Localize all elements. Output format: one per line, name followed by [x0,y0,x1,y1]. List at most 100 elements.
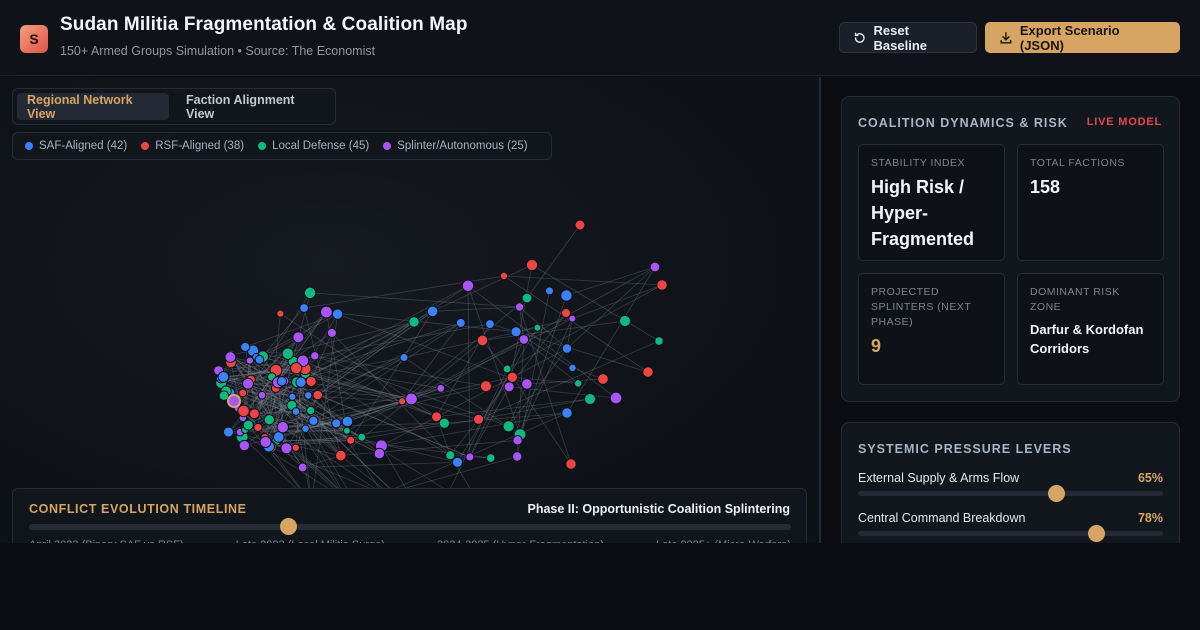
faction-node[interactable] [438,417,451,429]
faction-node[interactable] [485,319,495,329]
faction-node[interactable] [525,258,539,272]
tab-regional-network[interactable]: Regional Network View [17,93,169,121]
faction-node[interactable] [506,371,518,383]
faction-node[interactable] [248,408,260,420]
faction-node[interactable] [445,450,456,461]
tab-faction-alignment[interactable]: Faction Alignment View [176,93,332,121]
faction-node[interactable] [544,286,555,296]
faction-node[interactable] [291,407,301,416]
faction-node[interactable] [560,307,572,319]
faction-node[interactable] [263,414,275,426]
lever-external-supply-handle[interactable] [1048,485,1066,502]
faction-node[interactable] [618,314,632,328]
faction-node[interactable] [510,326,522,338]
faction-node[interactable] [609,391,623,405]
faction-node[interactable] [312,389,324,401]
faction-node[interactable] [465,452,475,462]
faction-node[interactable] [514,302,525,312]
faction-node[interactable] [521,378,533,390]
faction-node[interactable] [224,351,237,363]
faction-node[interactable] [574,219,586,231]
faction-node[interactable] [583,392,597,406]
faction-node[interactable] [342,426,351,435]
faction-node[interactable] [461,279,475,293]
faction-node[interactable] [560,289,573,302]
lever-central-command-track[interactable] [858,531,1163,536]
faction-node[interactable] [451,456,464,468]
faction-node[interactable] [319,305,333,319]
export-scenario-button[interactable]: Export Scenario (JSON) [985,22,1180,53]
faction-node[interactable] [288,392,297,401]
faction-node[interactable] [561,343,573,354]
faction-node[interactable] [399,352,409,363]
faction-node[interactable] [476,334,489,347]
lever-external-supply-track[interactable] [858,491,1163,496]
faction-node[interactable] [242,377,254,390]
faction-node[interactable] [512,435,523,446]
faction-node[interactable] [331,308,344,320]
faction-node[interactable] [310,351,320,361]
faction-node[interactable] [303,286,317,300]
faction-node[interactable] [649,261,661,273]
faction-node[interactable] [479,380,493,393]
faction-node[interactable] [276,376,287,387]
faction-node[interactable] [485,453,496,463]
faction-node[interactable] [299,303,309,313]
faction-node[interactable] [568,363,577,373]
faction-node[interactable] [281,347,295,360]
timeline-track[interactable] [29,524,791,530]
faction-node[interactable] [357,432,367,442]
faction-node[interactable] [426,305,439,318]
timeline-slider-handle[interactable] [280,518,298,535]
faction-node[interactable] [503,381,515,393]
lever-central-command-handle[interactable] [1087,525,1105,542]
faction-node[interactable] [398,397,407,406]
faction-node[interactable] [499,271,509,281]
faction-node[interactable] [254,354,265,365]
faction-node[interactable] [472,413,485,425]
faction-node[interactable] [326,327,337,338]
faction-node[interactable] [405,392,418,406]
faction-node[interactable] [290,362,303,375]
faction-node[interactable] [455,317,466,328]
faction-node[interactable] [305,405,316,416]
faction-node[interactable] [257,390,267,400]
faction-node[interactable] [561,407,573,419]
faction-node[interactable] [238,439,251,452]
faction-node[interactable] [217,371,230,383]
faction-node[interactable] [291,443,300,452]
faction-node[interactable] [518,334,530,345]
faction-node[interactable] [276,309,285,318]
panel-divider[interactable] [819,77,821,543]
faction-node[interactable] [335,449,347,462]
faction-node[interactable] [280,442,293,455]
reset-baseline-button[interactable]: Reset Baseline [839,22,977,53]
faction-node[interactable] [308,415,319,426]
faction-node[interactable] [502,364,512,374]
faction-node[interactable] [408,316,420,328]
faction-node[interactable] [297,462,308,473]
faction-node[interactable] [521,292,533,304]
faction-node[interactable] [238,388,248,398]
faction-node[interactable] [222,426,235,438]
faction-node[interactable] [373,447,386,460]
faction-node[interactable] [346,435,356,445]
selected-faction-node[interactable] [227,394,241,408]
faction-node[interactable] [533,323,542,332]
faction-node[interactable] [656,279,668,291]
faction-node[interactable] [240,341,251,353]
faction-node[interactable] [305,375,317,388]
faction-node[interactable] [331,418,342,429]
faction-node[interactable] [436,383,446,393]
faction-node[interactable] [292,331,305,344]
faction-node[interactable] [253,422,263,433]
faction-node[interactable] [218,390,230,401]
faction-node[interactable] [565,458,577,470]
faction-node[interactable] [303,391,313,400]
faction-node[interactable] [642,366,654,378]
faction-node[interactable] [237,404,250,418]
faction-node[interactable] [511,451,523,462]
faction-node[interactable] [242,419,254,431]
faction-node[interactable] [654,336,664,346]
faction-node[interactable] [259,435,272,448]
